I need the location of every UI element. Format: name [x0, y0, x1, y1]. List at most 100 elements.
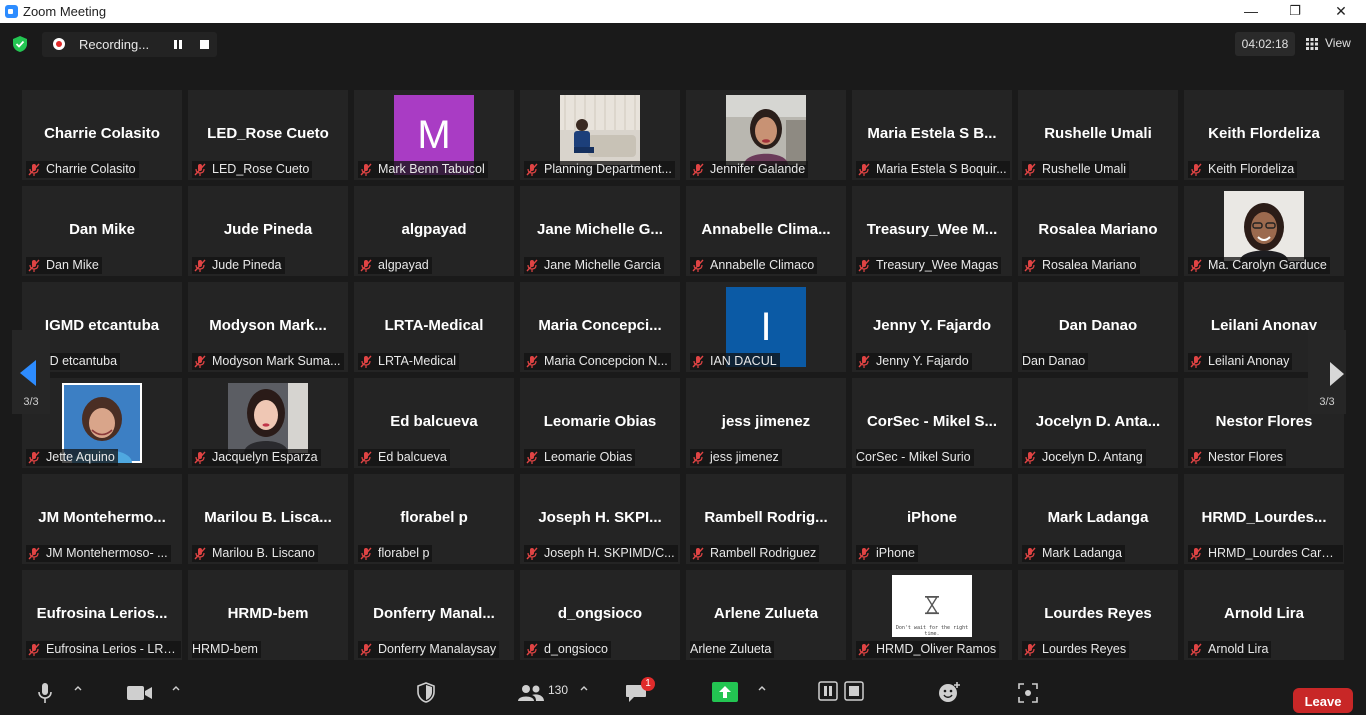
participant-tile[interactable]: Ma. Carolyn Garduce [1184, 186, 1344, 276]
participant-display-name: Jane Michelle G... [537, 221, 663, 238]
video-camera-icon[interactable] [127, 685, 153, 701]
previous-page-button[interactable]: 3/3 [12, 330, 50, 414]
participant-display-name: Rushelle Umali [1044, 125, 1152, 142]
microphone-icon[interactable] [37, 682, 53, 704]
participant-tile[interactable]: Arnold Lira Arnold Lira [1184, 570, 1344, 660]
participant-tile[interactable]: Jane Michelle G... Jane Michelle Garcia [520, 186, 680, 276]
participant-tile[interactable]: Charrie Colasito Charrie Colasito [22, 90, 182, 180]
participant-name-text: Maria Estela S Boquir... [876, 162, 1007, 176]
participant-tile[interactable]: Donferry Manal... Donferry Manalaysay [354, 570, 514, 660]
participant-tile[interactable]: Rambell Rodrig... Rambell Rodriguez [686, 474, 846, 564]
participant-display-name: Keith Flordeliza [1208, 125, 1320, 142]
next-page-button[interactable]: 3/3 [1308, 330, 1346, 414]
muted-mic-icon [1024, 643, 1036, 657]
participant-name-label: Keith Flordeliza [1188, 161, 1298, 178]
muted-mic-icon [28, 259, 40, 273]
meeting-top-bar: Recording... 04:02:18 View [0, 23, 1366, 67]
participant-tile[interactable]: Eufrosina Lerios... Eufrosina Lerios - LR… [22, 570, 182, 660]
muted-mic-icon [1190, 355, 1202, 369]
share-screen-icon[interactable] [712, 682, 738, 702]
participants-icon[interactable] [518, 684, 544, 702]
participant-tile[interactable]: Jennifer Galande [686, 90, 846, 180]
participant-display-name: Lourdes Reyes [1044, 605, 1152, 622]
participant-name-text: Charrie Colasito [46, 162, 136, 176]
stop-recording-icon[interactable] [200, 40, 209, 49]
minimize-button[interactable]: — [1228, 0, 1274, 23]
participant-tile[interactable]: Ed balcueva Ed balcueva [354, 378, 514, 468]
participant-name-text: Marilou B. Liscano [212, 546, 315, 560]
participant-name-label: LED_Rose Cueto [192, 161, 313, 178]
participant-tile[interactable]: LRTA-Medical LRTA-Medical [354, 282, 514, 372]
participant-tile[interactable]: Don't wait for the right time. HRMD_Olive… [852, 570, 1012, 660]
close-button[interactable]: ✕ [1318, 0, 1364, 23]
video-options-caret-icon[interactable] [172, 684, 180, 692]
participant-name-text: Jenny Y. Fajardo [876, 354, 969, 368]
participant-tile[interactable]: Keith Flordeliza Keith Flordeliza [1184, 90, 1344, 180]
participant-tile[interactable]: Joseph H. SKPI... Joseph H. SKPIMD/C... [520, 474, 680, 564]
stop-recording-button-icon[interactable] [844, 681, 864, 701]
participant-tile[interactable]: Maria Concepci... Maria Concepcion N... [520, 282, 680, 372]
participant-tile[interactable]: Planning Department... [520, 90, 680, 180]
encryption-shield-icon[interactable] [12, 35, 28, 53]
participant-tile[interactable]: Maria Estela S B... Maria Estela S Boquir… [852, 90, 1012, 180]
participant-tile[interactable]: Rushelle Umali Rushelle Umali [1018, 90, 1178, 180]
participant-tile[interactable]: Mark Ladanga Mark Ladanga [1018, 474, 1178, 564]
participants-caret-icon[interactable] [580, 684, 588, 692]
recording-indicator: Recording... [42, 32, 217, 57]
participant-tile[interactable]: I IAN DACUL [686, 282, 846, 372]
audio-options-caret-icon[interactable] [74, 684, 82, 692]
participant-tile[interactable]: Jenny Y. Fajardo Jenny Y. Fajardo [852, 282, 1012, 372]
participant-name-text: Jude Pineda [212, 258, 282, 272]
participant-name-label: florabel p [358, 545, 433, 562]
participant-tile[interactable]: Marilou B. Lisca... Marilou B. Liscano [188, 474, 348, 564]
participant-tile[interactable]: Dan Mike Dan Mike [22, 186, 182, 276]
participant-name-text: Jacquelyn Esparza [212, 450, 318, 464]
muted-mic-icon [28, 547, 40, 561]
participant-tile[interactable]: Rosalea Mariano Rosalea Mariano [1018, 186, 1178, 276]
participant-tile[interactable]: HRMD_Lourdes... HRMD_Lourdes Caraan [1184, 474, 1344, 564]
participant-video [228, 383, 308, 453]
participant-name-label: Jude Pineda [192, 257, 285, 274]
participant-display-name: Treasury_Wee M... [866, 221, 998, 238]
pause-recording-icon[interactable] [172, 39, 184, 51]
participant-tile[interactable]: Lourdes Reyes Lourdes Reyes [1018, 570, 1178, 660]
participant-name-label: LRTA-Medical [358, 353, 460, 370]
participant-tile[interactable]: Jacquelyn Esparza [188, 378, 348, 468]
participant-tile[interactable]: Jocelyn D. Anta... Jocelyn D. Antang [1018, 378, 1178, 468]
muted-mic-icon [1024, 163, 1036, 177]
pause-recording-button-icon[interactable] [818, 681, 838, 701]
muted-mic-icon [858, 163, 870, 177]
participant-tile[interactable]: Arlene Zulueta Arlene Zulueta [686, 570, 846, 660]
participant-tile[interactable]: CorSec - Mikel S... CorSec - Mikel Surio [852, 378, 1012, 468]
participant-tile[interactable]: LED_Rose Cueto LED_Rose Cueto [188, 90, 348, 180]
participant-tile[interactable]: M Mark Benn Tabucol [354, 90, 514, 180]
participant-name-text: Ma. Carolyn Garduce [1208, 258, 1327, 272]
share-options-caret-icon[interactable] [758, 684, 766, 692]
participant-tile[interactable]: iPhone iPhone [852, 474, 1012, 564]
participant-name-text: Ed balcueva [378, 450, 447, 464]
muted-mic-icon [858, 355, 870, 369]
participant-tile[interactable]: d_ongsioco d_ongsioco [520, 570, 680, 660]
participant-name-label: Lourdes Reyes [1022, 641, 1130, 658]
participant-tile[interactable]: Modyson Mark... Modyson Mark Suma... [188, 282, 348, 372]
maximize-button[interactable]: ❐ [1272, 0, 1318, 23]
participant-name-text: HRMD-bem [192, 642, 258, 656]
reactions-icon[interactable] [938, 681, 962, 703]
participant-tile[interactable]: Leomarie Obias Leomarie Obias [520, 378, 680, 468]
participant-tile[interactable]: florabel p florabel p [354, 474, 514, 564]
participant-tile[interactable]: Treasury_Wee M... Treasury_Wee Magas [852, 186, 1012, 276]
muted-mic-icon [526, 163, 538, 177]
participant-tile[interactable]: HRMD-bem HRMD-bem [188, 570, 348, 660]
leave-button[interactable]: Leave [1293, 688, 1353, 713]
participant-tile[interactable]: Dan Danao Dan Danao [1018, 282, 1178, 372]
participant-tile[interactable]: algpayad algpayad [354, 186, 514, 276]
participant-tile[interactable]: jess jimenez jess jimenez [686, 378, 846, 468]
participant-tile[interactable]: JM Montehermo... JM Montehermoso- ... [22, 474, 182, 564]
participant-tile[interactable]: Jude Pineda Jude Pineda [188, 186, 348, 276]
participant-name-label: d_ongsioco [524, 641, 611, 658]
security-shield-icon[interactable] [417, 682, 435, 703]
apps-icon[interactable] [1018, 683, 1038, 703]
participant-name-text: Arlene Zulueta [690, 642, 772, 656]
muted-mic-icon [692, 451, 704, 465]
participant-tile[interactable]: Annabelle Clima... Annabelle Climaco [686, 186, 846, 276]
